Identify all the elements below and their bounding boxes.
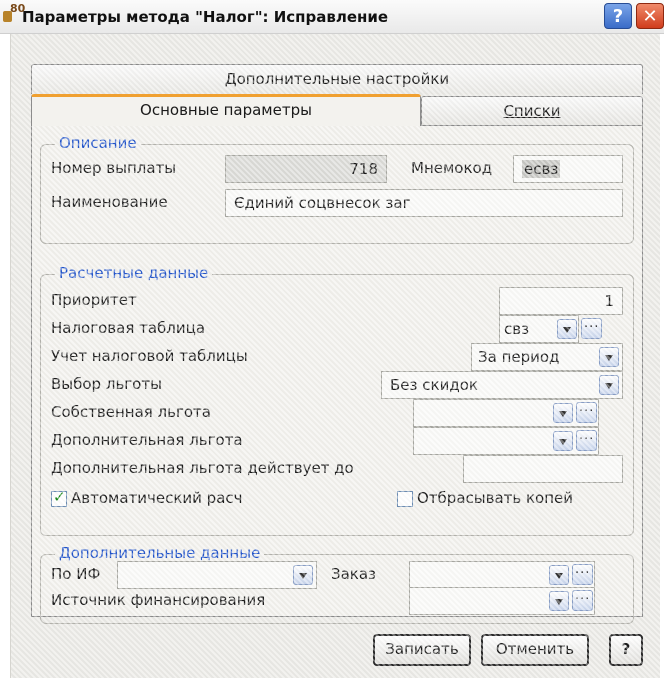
extra-group: Дополнительные данные По ИФ Заказ Источн… xyxy=(40,544,634,624)
funding-source-chevron-down-icon[interactable] xyxy=(549,591,569,611)
by-if-select[interactable] xyxy=(117,561,317,589)
benefit-choice-select[interactable]: Без скидок xyxy=(381,371,623,399)
payment-number-field[interactable]: 718 xyxy=(225,155,387,183)
auto-calc-label: Автоматический расч xyxy=(71,489,243,507)
benefit-choice-chevron-down-icon[interactable] xyxy=(599,375,619,395)
discard-copies-label: Отбрасывать копей xyxy=(417,489,573,507)
tab-additional-settings[interactable]: Дополнительные настройки xyxy=(31,64,643,94)
extra-benefit-until-field[interactable] xyxy=(463,455,623,483)
priority-field[interactable]: 1 xyxy=(499,287,623,315)
name-label: Наименование xyxy=(51,193,168,211)
tax-table-ellipsis-icon[interactable] xyxy=(581,316,602,339)
tax-table-chevron-down-icon[interactable] xyxy=(557,319,577,339)
tab-lists[interactable]: Списки xyxy=(421,96,643,126)
tab-lists-label: Списки xyxy=(503,102,561,120)
tax-table-accounting-value: За период xyxy=(478,348,560,366)
benefit-choice-value: Без скидок xyxy=(390,376,478,394)
own-benefit-label: Собственная льгота xyxy=(51,403,211,421)
title-help-button[interactable]: ? xyxy=(604,3,632,29)
own-benefit-ellipsis-icon[interactable] xyxy=(576,400,597,423)
help-button[interactable]: ? xyxy=(609,634,643,666)
benefit-choice-label: Выбор льготы xyxy=(51,375,162,393)
own-benefit-chevron-down-icon[interactable] xyxy=(553,403,573,423)
name-field[interactable]: Єдиний соцвнесок заг xyxy=(225,189,623,217)
extra-benefit-label: Дополнительная льгота xyxy=(51,431,243,449)
auto-calc-checkbox[interactable] xyxy=(51,488,67,507)
payment-number-label: Номер выплаты xyxy=(51,159,177,177)
tax-table-value: свз xyxy=(504,320,530,338)
extra-benefit-until-label: Дополнительная льгота действует до xyxy=(51,459,354,477)
calc-group: Расчетные данные Приоритет 1 Налоговая т… xyxy=(40,264,634,536)
title-bar: 80 Параметры метода "Налог": Исправление… xyxy=(0,0,664,34)
extra-benefit-chevron-down-icon[interactable] xyxy=(553,431,573,451)
mnemocode-label: Мнемокод xyxy=(411,159,493,177)
close-button[interactable]: ✕ xyxy=(636,3,664,29)
calc-caption: Расчетные данные xyxy=(55,264,213,282)
description-group: Описание Номер выплаты 718 Мнемокод есвз… xyxy=(40,134,634,244)
extra-caption: Дополнительные данные xyxy=(55,544,265,562)
order-ellipsis-icon[interactable] xyxy=(572,562,593,585)
dialog-body: Дополнительные настройки Основные параме… xyxy=(10,34,660,678)
window-title: Параметры метода "Налог": Исправление xyxy=(22,8,389,26)
tax-table-label: Налоговая таблица xyxy=(51,319,206,337)
order-label: Заказ xyxy=(331,565,377,583)
priority-label: Приоритет xyxy=(51,291,137,309)
mnemocode-field[interactable]: есвз xyxy=(513,155,623,183)
extra-benefit-ellipsis-icon[interactable] xyxy=(576,428,597,451)
by-if-label: По ИФ xyxy=(51,565,101,583)
order-chevron-down-icon[interactable] xyxy=(549,565,569,585)
tax-table-accounting-label: Учет налоговой таблицы xyxy=(51,347,248,365)
mnemocode-value: есвз xyxy=(522,160,561,178)
tax-table-accounting-chevron-down-icon[interactable] xyxy=(599,347,619,367)
funding-source-label: Источник финансирования xyxy=(51,591,266,609)
discard-copies-checkbox[interactable] xyxy=(397,491,413,507)
tab-main-parameters[interactable]: Основные параметры xyxy=(31,94,421,126)
by-if-chevron-down-icon[interactable] xyxy=(293,565,313,585)
save-button[interactable]: Записать xyxy=(373,634,471,666)
main-parameters-panel: Описание Номер выплаты 718 Мнемокод есвз… xyxy=(31,125,643,624)
funding-source-ellipsis-icon[interactable] xyxy=(572,588,593,611)
cancel-button[interactable]: Отменить xyxy=(481,634,589,666)
description-caption: Описание xyxy=(55,134,141,152)
